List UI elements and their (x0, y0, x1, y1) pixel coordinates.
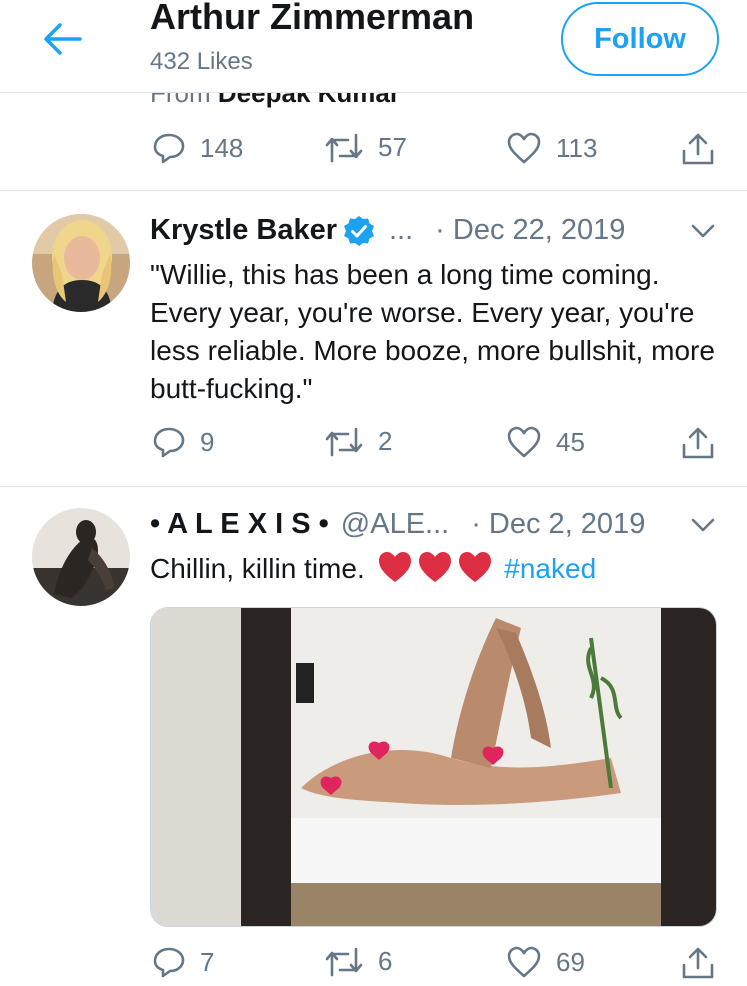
tweet-actions: 7 6 69 (0, 946, 747, 986)
verified-badge-icon (344, 215, 374, 246)
tweet-header: Krystle Baker ... · Dec 22, 2019 (150, 214, 625, 247)
like-button[interactable]: 45 (506, 426, 585, 458)
tweet-text-content: Chillin, killin time. (150, 553, 365, 584)
like-button[interactable]: 69 (506, 946, 585, 978)
chevron-down-icon[interactable] (690, 222, 716, 240)
follow-button[interactable]: Follow (561, 2, 719, 76)
author-handle: ... (389, 214, 414, 246)
retweet-count: 2 (378, 426, 393, 456)
tweet-date: · Dec 2, 2019 (471, 508, 646, 540)
share-button[interactable] (680, 132, 716, 166)
profile-header: Arthur Zimmerman 432 Likes Follow (0, 0, 747, 92)
tweet-image[interactable] (150, 607, 717, 927)
tweet-actions: 148 57 113 (0, 132, 747, 172)
photo-illustration (151, 608, 716, 926)
heart-icon (507, 946, 541, 978)
header-divider (0, 92, 747, 93)
likes-count: 432 Likes (150, 48, 253, 75)
retweet-icon (325, 133, 363, 162)
retweet-icon (325, 947, 363, 976)
tweet-text: "Willie, this has been a long time comin… (150, 259, 715, 404)
tweet-text: Chillin, killin time. #naked (150, 550, 730, 588)
page-title: Arthur Zimmerman (150, 0, 475, 37)
share-icon (682, 133, 714, 165)
retweet-icon (325, 427, 363, 456)
reply-count: 148 (200, 132, 244, 163)
retweet-button[interactable]: 2 (324, 426, 392, 457)
reply-icon (153, 947, 185, 978)
heart-icon (507, 132, 541, 164)
share-icon (682, 947, 714, 979)
like-button[interactable]: 113 (506, 132, 597, 164)
hashtag-link[interactable]: #naked (504, 553, 596, 584)
share-button[interactable] (680, 426, 716, 460)
like-count: 113 (556, 132, 598, 163)
retweet-count: 6 (378, 946, 393, 976)
share-button[interactable] (680, 946, 716, 980)
reply-count: 7 (200, 946, 215, 977)
share-icon (682, 427, 714, 459)
chevron-down-icon[interactable] (690, 516, 716, 534)
author-name[interactable]: • A L E X I S • (150, 508, 329, 541)
hearts-emoji-icon (378, 552, 491, 582)
avatar[interactable] (32, 214, 130, 312)
retweet-button[interactable]: 6 (324, 946, 392, 977)
like-count: 69 (556, 946, 585, 977)
reply-button[interactable]: 7 (152, 946, 214, 978)
tweet-divider (0, 190, 747, 191)
heart-emoji (377, 550, 497, 588)
tweet-divider (0, 486, 747, 487)
reply-icon (153, 133, 185, 164)
reply-count: 9 (200, 426, 215, 457)
tweet-header: • A L E X I S • @ALE... · Dec 2, 2019 (150, 508, 645, 541)
reply-button[interactable]: 148 (152, 132, 243, 164)
heart-icon (507, 426, 541, 458)
avatar[interactable] (32, 508, 130, 606)
reply-button[interactable]: 9 (152, 426, 214, 458)
tweet-date: · Dec 22, 2019 (435, 214, 626, 246)
reply-icon (153, 427, 185, 458)
retweet-count: 57 (378, 132, 407, 162)
arrow-left-icon[interactable] (42, 22, 82, 56)
like-count: 45 (556, 426, 585, 457)
tweet-actions: 9 2 45 (0, 426, 747, 466)
retweet-button[interactable]: 57 (324, 132, 407, 163)
author-handle: @ALE... (340, 508, 450, 540)
author-name[interactable]: Krystle Baker (150, 214, 337, 247)
